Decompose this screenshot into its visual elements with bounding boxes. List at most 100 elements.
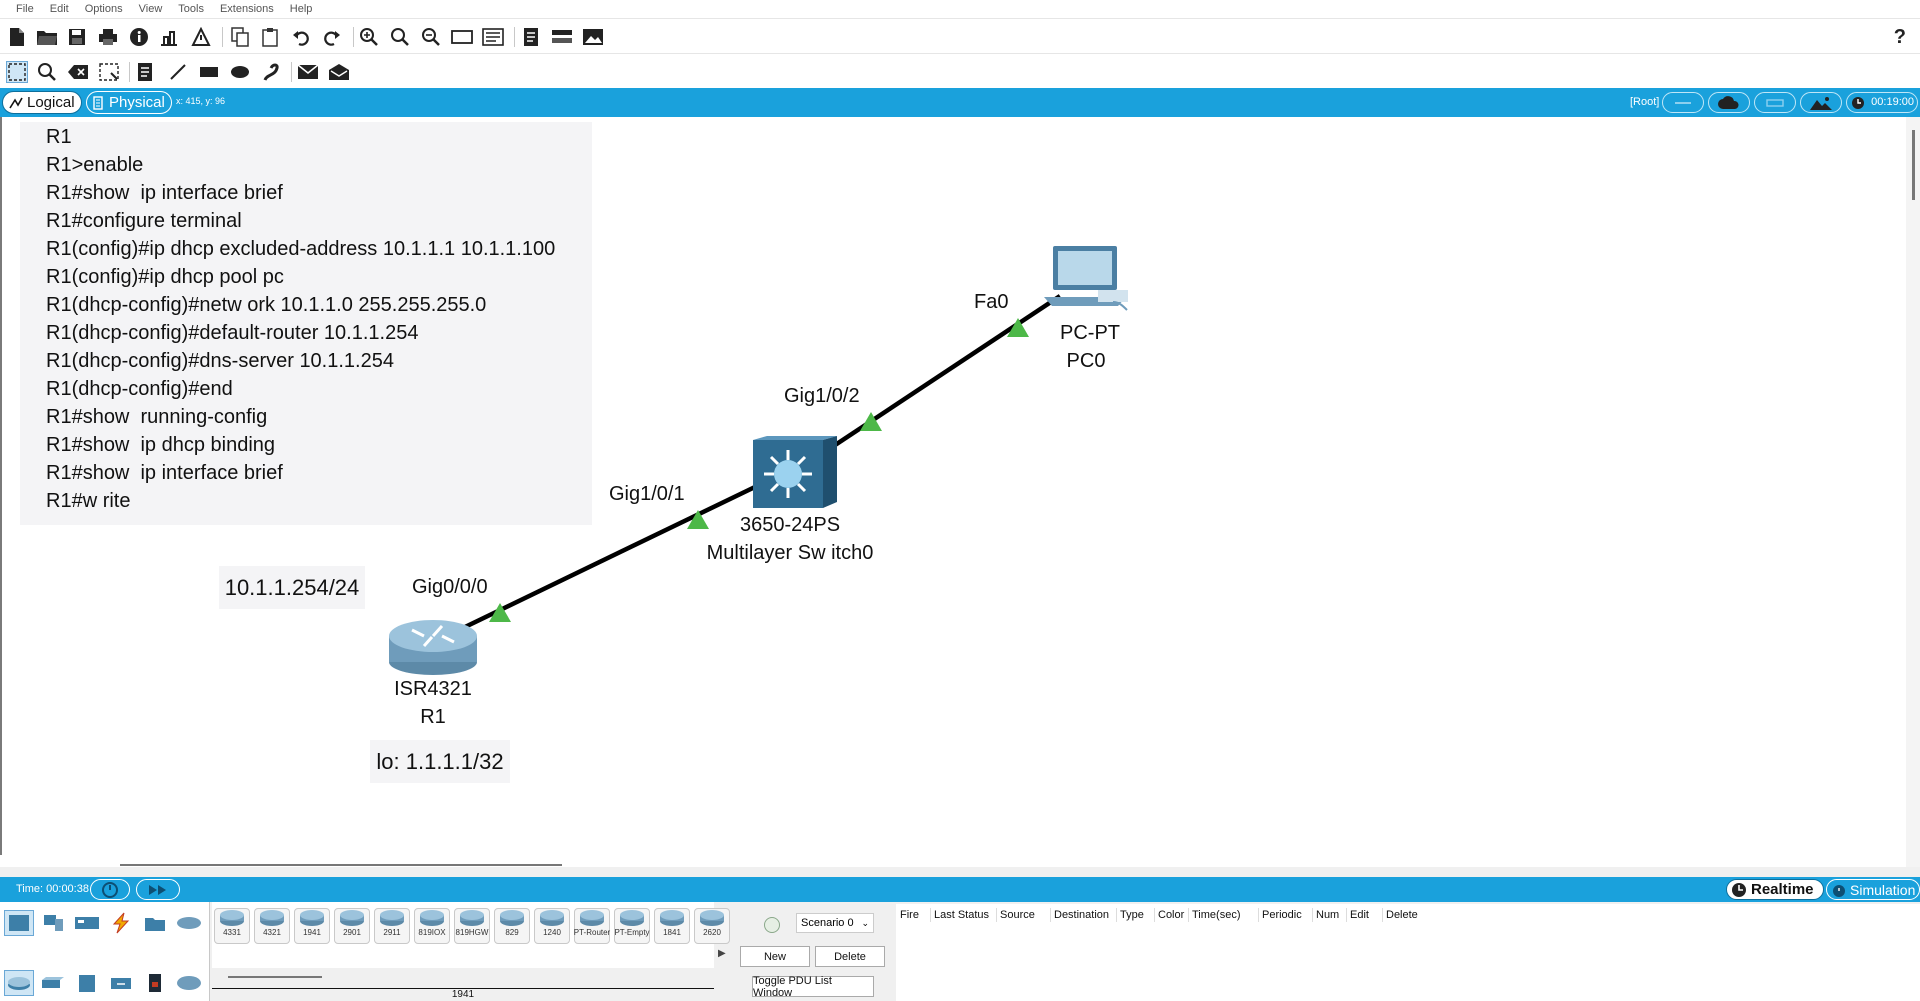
router-icon — [700, 910, 724, 926]
add-simple-pdu-icon[interactable] — [297, 61, 319, 83]
copy-icon[interactable] — [229, 26, 251, 48]
delete-scenario-button[interactable]: Delete — [815, 946, 885, 967]
redo-icon[interactable] — [321, 26, 343, 48]
switches-icon[interactable] — [38, 970, 68, 996]
draw-line-icon[interactable] — [167, 61, 189, 83]
device-model-item[interactable]: 2911 — [374, 908, 410, 944]
save-icon[interactable] — [66, 26, 88, 48]
device-model-item[interactable]: PT-Router — [574, 908, 610, 944]
security-icon[interactable] — [140, 970, 170, 996]
power-cycle-button[interactable] — [90, 879, 130, 900]
pdu-column-header[interactable]: Last Status — [934, 909, 989, 921]
draw-ellipse-icon[interactable] — [229, 61, 251, 83]
back-button[interactable] — [1662, 92, 1704, 113]
pdu-column-header[interactable]: Periodic — [1262, 909, 1302, 921]
miscellaneous-icon[interactable] — [140, 910, 170, 936]
pdu-column-header[interactable]: Delete — [1386, 909, 1418, 921]
device-model-item[interactable]: 1240 — [534, 908, 570, 944]
draw-rectangle-icon[interactable] — [198, 61, 220, 83]
drawing-palette-icon[interactable] — [451, 26, 473, 48]
open-folder-icon[interactable] — [36, 26, 58, 48]
device-model-item[interactable]: 819IOX — [414, 908, 450, 944]
end-devices-icon[interactable] — [38, 910, 68, 936]
cloud-icon[interactable] — [1708, 92, 1750, 113]
paste-icon[interactable] — [259, 26, 281, 48]
place-note-icon[interactable] — [134, 61, 156, 83]
menu-view[interactable]: View — [131, 3, 171, 15]
device-model-item[interactable]: 829 — [494, 908, 530, 944]
device-model-item[interactable]: 1941 — [294, 908, 330, 944]
tab-physical[interactable]: Physical — [86, 91, 172, 114]
pdu-column-header[interactable]: Destination — [1054, 909, 1109, 921]
undo-icon[interactable] — [290, 26, 312, 48]
device-model-item[interactable]: PT-Empty — [614, 908, 650, 944]
horizontal-scroll-thumb[interactable] — [120, 864, 562, 866]
new-scenario-button[interactable]: New — [740, 946, 810, 967]
fast-forward-button[interactable] — [136, 879, 180, 900]
device-model-item[interactable]: 1841 — [654, 908, 690, 944]
pdu-column-header[interactable]: Num — [1316, 909, 1339, 921]
components-icon[interactable] — [72, 910, 102, 936]
environment-icon[interactable] — [1800, 92, 1842, 113]
toggle-pdu-list-button[interactable]: Toggle PDU List Window — [752, 975, 874, 999]
add-complex-pdu-icon[interactable] — [328, 61, 350, 83]
freeform-icon[interactable] — [260, 61, 282, 83]
device-model-item[interactable]: 4321 — [254, 908, 290, 944]
inspect-icon[interactable] — [36, 61, 58, 83]
routers-icon[interactable] — [4, 970, 34, 996]
scenario-info-icon[interactable] — [764, 917, 780, 933]
scenario-dropdown[interactable]: Scenario 0 ⌄ — [796, 913, 874, 933]
help-icon[interactable]: ? — [1894, 26, 1906, 49]
device-model-item[interactable]: 819HGW — [454, 908, 490, 944]
realtime-mode-button[interactable]: Realtime — [1726, 879, 1824, 900]
pdu-column-header[interactable]: Source — [1000, 909, 1035, 921]
info-icon[interactable] — [128, 26, 150, 48]
menu-options[interactable]: Options — [77, 3, 131, 15]
pdu-column-header[interactable]: Time(sec) — [1192, 909, 1240, 921]
menu-help[interactable]: Help — [282, 3, 321, 15]
menu-bar: File Edit Options View Tools Extensions … — [0, 0, 1920, 18]
menu-file[interactable]: File — [8, 3, 42, 15]
network-info-icon[interactable] — [158, 26, 180, 48]
device-model-item[interactable]: 4331 — [214, 908, 250, 944]
tab-logical[interactable]: Logical — [2, 91, 82, 114]
cluster-icon[interactable] — [551, 26, 573, 48]
delete-icon[interactable] — [67, 61, 89, 83]
wan-emulation-icon[interactable] — [174, 970, 204, 996]
viewport-button[interactable] — [1754, 92, 1796, 113]
zoom-in-icon[interactable] — [358, 26, 380, 48]
pdu-column-header[interactable]: Fire — [900, 909, 919, 921]
pdu-column-header[interactable]: Color — [1158, 909, 1184, 921]
pdu-column-header[interactable]: Edit — [1350, 909, 1369, 921]
menu-tools[interactable]: Tools — [170, 3, 212, 15]
menu-extensions[interactable]: Extensions — [212, 3, 282, 15]
custom-devices-icon[interactable] — [482, 26, 504, 48]
canvas-vertical-scrollbar[interactable] — [1906, 117, 1920, 867]
zoom-reset-icon[interactable] — [389, 26, 411, 48]
network-devices-icon[interactable] — [4, 910, 34, 936]
select-icon[interactable] — [6, 61, 28, 83]
print-icon[interactable] — [97, 26, 119, 48]
activity-wizard-icon[interactable] — [190, 26, 212, 48]
screenshot-icon[interactable] — [582, 26, 604, 48]
root-breadcrumb[interactable]: [Root] — [1630, 96, 1659, 108]
new-file-icon[interactable] — [6, 26, 28, 48]
vertical-scroll-thumb[interactable] — [1912, 130, 1915, 200]
resize-shape-icon[interactable] — [98, 61, 120, 83]
hubs-icon[interactable] — [72, 970, 102, 996]
device-model-item[interactable]: 2901 — [334, 908, 370, 944]
loopback-label[interactable]: lo: 1.1.1.1/32 — [370, 740, 510, 783]
router-ip-label[interactable]: 10.1.1.254/24 — [219, 566, 365, 609]
simulation-mode-button[interactable]: Simulation — [1826, 879, 1920, 900]
config-note[interactable]: R1 R1>enable R1#show ip interface brief R1#… — [20, 122, 592, 525]
wireless-devices-icon[interactable] — [106, 970, 136, 996]
notes-icon[interactable] — [520, 26, 542, 48]
device-list-scroll-thumb[interactable] — [228, 976, 322, 978]
zoom-out-icon[interactable] — [420, 26, 442, 48]
multiuser-icon[interactable] — [174, 910, 204, 936]
menu-edit[interactable]: Edit — [42, 3, 77, 15]
collapse-arrow-icon[interactable]: ▶ — [718, 948, 726, 959]
device-model-item[interactable]: 2620 — [694, 908, 730, 944]
connections-icon[interactable] — [106, 910, 136, 936]
pdu-column-header[interactable]: Type — [1120, 909, 1144, 921]
